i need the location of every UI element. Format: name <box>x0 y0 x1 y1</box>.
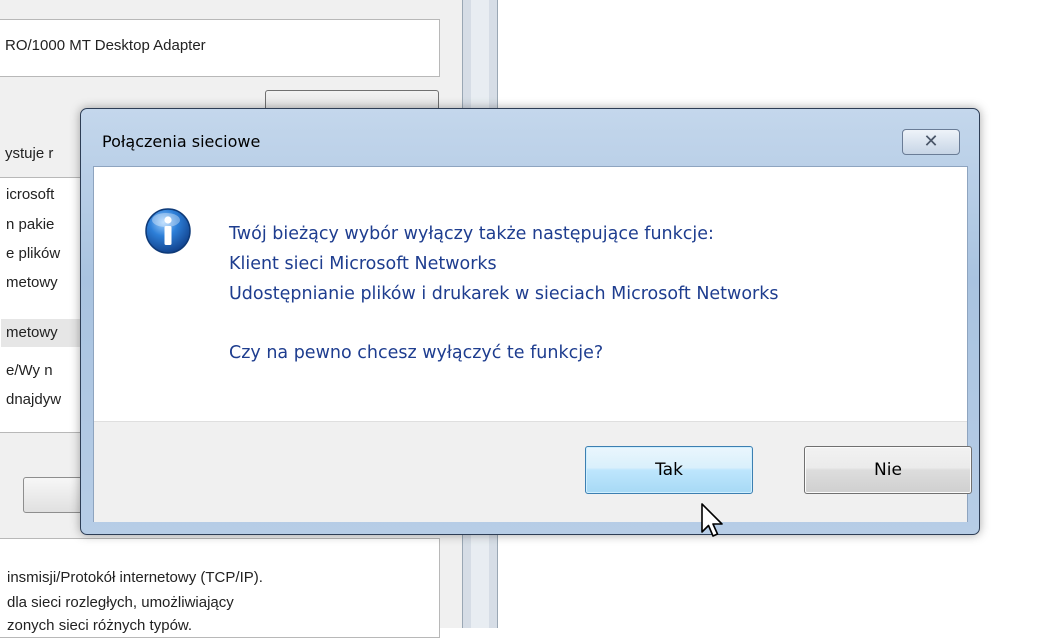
close-icon: ✕ <box>923 131 939 152</box>
info-icon <box>145 208 191 254</box>
dialog-client-area: Twój bieżący wybór wyłączy także następu… <box>93 166 972 522</box>
message-section: Twój bieżący wybór wyłączy także następu… <box>94 167 967 421</box>
yes-button-label: Tak <box>655 460 683 480</box>
description-line: insmisji/Protokół internetowy (TCP/IP). <box>7 569 263 586</box>
yes-button[interactable]: Tak <box>585 446 753 494</box>
network-connections-dialog: Połączenia sieciowe ✕ Twój bieżący wybór… <box>80 108 980 535</box>
no-button-label: Nie <box>874 460 902 480</box>
close-button[interactable]: ✕ <box>902 129 960 155</box>
no-button[interactable]: Nie <box>804 446 972 494</box>
description-box: insmisji/Protokół internetowy (TCP/IP). … <box>0 538 440 638</box>
mouse-cursor-icon <box>701 503 723 537</box>
button-bar: Tak Nie <box>94 421 972 522</box>
message-line: Klient sieci Microsoft Networks <box>229 254 497 274</box>
adapter-name: RO/1000 MT Desktop Adapter <box>5 37 206 54</box>
description-line: zonych sieci różnych typów. <box>7 617 193 634</box>
uses-label: ystuje r <box>5 145 54 162</box>
adapter-name-box: RO/1000 MT Desktop Adapter <box>0 19 440 77</box>
description-line: dla sieci rozległych, umożliwiający <box>7 594 234 611</box>
confirmation-question: Czy na pewno chcesz wyłączyć te funkcje? <box>229 343 604 363</box>
message-line: Twój bieżący wybór wyłączy także następu… <box>229 224 714 244</box>
dialog-title: Połączenia sieciowe <box>102 132 261 151</box>
message-line: Udostępnianie plików i drukarek w siecia… <box>229 284 779 304</box>
